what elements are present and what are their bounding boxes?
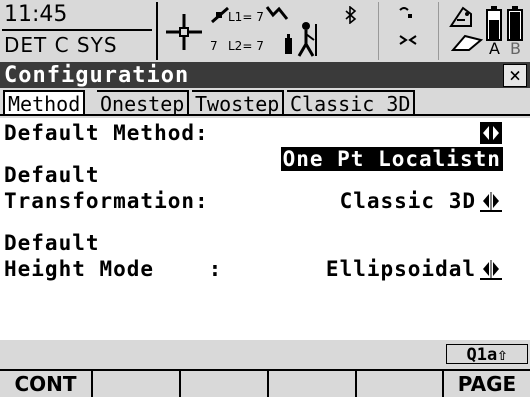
softkey-f5[interactable]: [357, 369, 444, 397]
page-button[interactable]: PAGE: [444, 369, 530, 397]
battery-b-label: B: [510, 39, 521, 58]
battery-a-label: A: [489, 39, 500, 58]
default-method-selected[interactable]: One Pt Localistn: [280, 147, 503, 171]
status-divider: [156, 2, 158, 60]
tab-onestep[interactable]: Onestep: [97, 90, 190, 116]
status-bar: 11:45 DET C SYS 7 L1= 7 L2= 7 A B: [0, 0, 530, 62]
bluetooth-icon: [345, 6, 357, 24]
default-method-value[interactable]: One Pt Localistn: [226, 120, 503, 198]
softkey-f2[interactable]: [93, 369, 181, 397]
connection-icon: [399, 35, 417, 45]
clock-time: 11:45: [4, 2, 68, 27]
form-panel: Default Method: One Pt Localistn Default…: [0, 118, 530, 340]
default-transformation-label-line2: Transformation:: [4, 189, 209, 213]
default-transformation-label-line1: Default: [4, 163, 100, 187]
status-divider: [438, 2, 439, 60]
position-crosshair-icon: [166, 14, 202, 50]
tab-method[interactable]: Method: [3, 90, 86, 116]
tab-bar: Method Onestep Twostep Classic 3D: [0, 88, 530, 116]
default-height-mode-label-line1: Default: [4, 231, 100, 255]
satellite-icon: [211, 6, 229, 24]
default-method-label: Default Method:: [4, 121, 209, 145]
satellite-l1-count: L1= 7: [228, 10, 264, 24]
page-title: Configuration: [4, 63, 190, 88]
tab-classic-3d[interactable]: Classic 3D: [287, 90, 416, 116]
status-divider: [378, 2, 379, 60]
clock-panel: 11:45 DET C SYS: [2, 3, 154, 59]
dialog-title-bar: Configuration ×: [0, 62, 530, 88]
input-mode-indicator: Q1a⇧: [446, 344, 528, 365]
default-height-mode-label-line2: Height Mode :: [4, 257, 223, 281]
choice-arrows-icon[interactable]: [480, 122, 502, 144]
default-transformation-value[interactable]: Classic 3D: [340, 188, 476, 214]
rover-surveyor-icon: [285, 22, 317, 57]
softkey-bar: CONT PAGE: [0, 367, 530, 397]
choice-arrows-icon[interactable]: [480, 190, 502, 212]
satellite-l2-count: L2= 7: [228, 39, 264, 53]
cont-button[interactable]: CONT: [0, 369, 93, 397]
coordinate-system-label: DET C SYS: [4, 33, 118, 57]
battery-b-icon: [507, 6, 523, 41]
memory-card-icon: [449, 6, 472, 27]
clock-divider: [2, 29, 152, 31]
close-button[interactable]: ×: [503, 64, 527, 87]
satellite-count: 7: [210, 39, 218, 53]
input-mode-bar: Q1a⇧: [0, 344, 530, 366]
sd-card-icon: [451, 34, 483, 51]
tab-twostep[interactable]: Twostep: [192, 90, 285, 116]
tab-underline: [0, 114, 530, 116]
softkey-f3[interactable]: [181, 369, 269, 397]
battery-a-icon: [486, 6, 502, 41]
default-height-mode-value[interactable]: Ellipsoidal: [326, 256, 476, 282]
choice-arrows-icon[interactable]: [480, 258, 502, 280]
softkey-f4[interactable]: [269, 369, 357, 397]
radio-link-icon: [399, 7, 412, 18]
